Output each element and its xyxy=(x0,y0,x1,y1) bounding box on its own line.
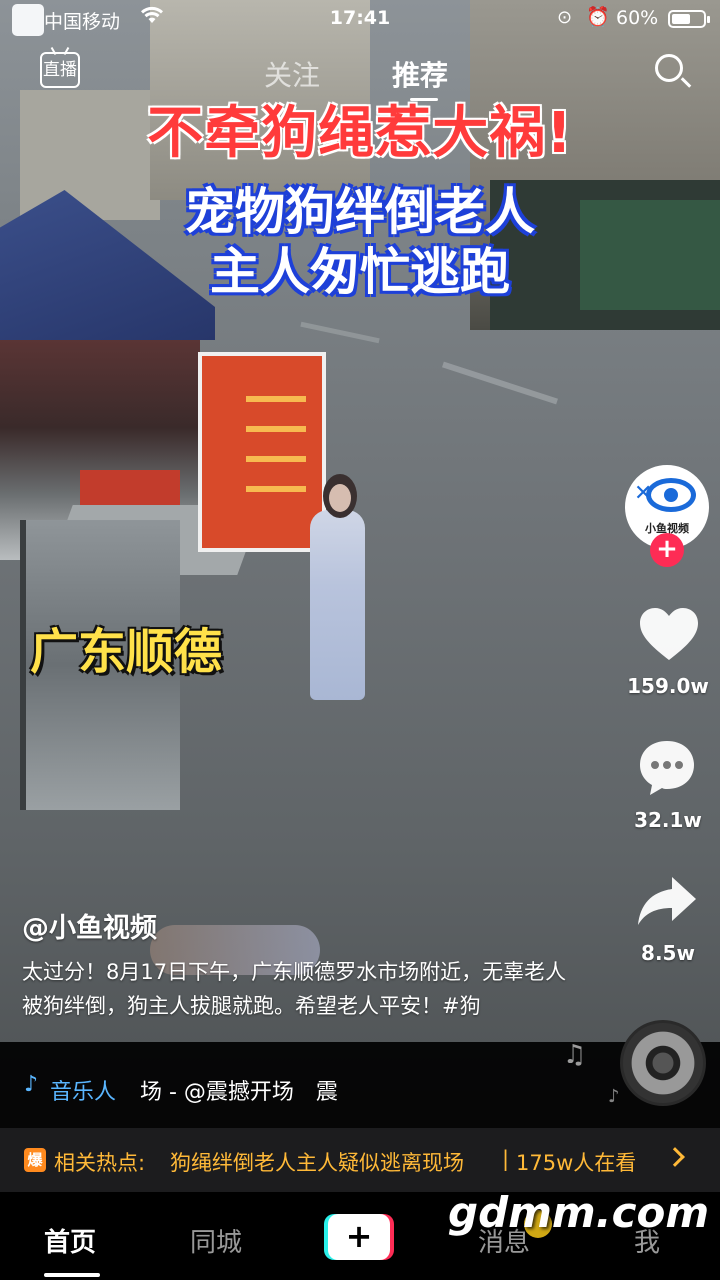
orientation-lock-icon: ⊙ xyxy=(557,7,573,28)
battery-icon xyxy=(668,10,710,28)
hot-topic-views: 175w人在看 xyxy=(516,1151,637,1175)
music-note-icon: ♪ xyxy=(24,1072,39,1097)
comment-count: 32.1w xyxy=(634,808,702,832)
person-standing xyxy=(310,510,365,700)
hot-badge-icon: 爆 xyxy=(24,1148,46,1172)
video-caption-line: 主人匆忙逃跑 xyxy=(210,243,510,301)
music-bar[interactable]: ♪ 音乐人 场 - @震撼开场 震 xyxy=(0,1042,720,1128)
live-tv-icon[interactable]: 直播 xyxy=(40,52,80,88)
tab-nearby[interactable]: 同城 xyxy=(190,1222,242,1259)
active-tab-indicator xyxy=(44,1273,100,1277)
plus-icon: + xyxy=(328,1214,390,1260)
author-name[interactable]: @小鱼视频 xyxy=(22,906,157,945)
comment-bubble-icon[interactable] xyxy=(637,738,697,798)
person-face xyxy=(329,484,351,512)
logo-dot xyxy=(664,488,678,502)
like-heart-icon[interactable] xyxy=(638,606,700,662)
road-marking xyxy=(300,321,380,344)
share-count: 8.5w xyxy=(641,941,695,965)
video-description[interactable]: 太过分！8月17日下午，广东顺德罗水市场附近，无辜老人被狗绊倒，狗主人拔腿就跑。… xyxy=(22,955,582,1023)
battery-level xyxy=(672,14,690,24)
chevron-right-icon[interactable] xyxy=(665,1147,685,1167)
video-location-caption: 广东顺德 xyxy=(30,624,223,680)
video-headline-caption: 不牵狗绳惹大祸! xyxy=(147,101,573,166)
follow-plus-button[interactable]: + xyxy=(650,533,684,567)
tab-home[interactable]: 首页 xyxy=(44,1222,96,1259)
share-arrow-icon[interactable] xyxy=(636,875,698,927)
music-artist[interactable]: 音乐人 xyxy=(50,1074,116,1106)
floating-note-icon: ♪ xyxy=(608,1086,620,1107)
like-count: 159.0w xyxy=(627,674,709,698)
red-sign-board xyxy=(198,352,326,552)
hot-topic-bar[interactable]: 爆 相关热点: 狗绳绊倒老人主人疑似逃离现场 | 175w人在看 xyxy=(0,1128,720,1192)
hot-topic-separator: | xyxy=(502,1147,510,1171)
floating-note-icon: ♫ xyxy=(563,1040,587,1070)
hot-topic-title[interactable]: 狗绳绊倒老人主人疑似逃离现场 xyxy=(170,1147,464,1177)
road-marking xyxy=(442,361,558,405)
status-bar: 中国移动 17:41 ⊙ ⏰ 60% xyxy=(0,0,720,40)
search-icon[interactable] xyxy=(655,54,683,82)
battery-percent: 60% xyxy=(616,7,659,29)
clock: 17:41 xyxy=(329,7,391,29)
create-post-button[interactable]: + xyxy=(324,1214,394,1260)
site-watermark: gdmm.com xyxy=(448,1188,710,1237)
hot-topic-label: 相关热点: xyxy=(54,1151,146,1175)
music-disc[interactable] xyxy=(620,1020,706,1106)
music-title-marquee[interactable]: 场 - @震撼开场 震 xyxy=(140,1074,375,1106)
alarm-icon: ⏰ xyxy=(586,6,610,28)
